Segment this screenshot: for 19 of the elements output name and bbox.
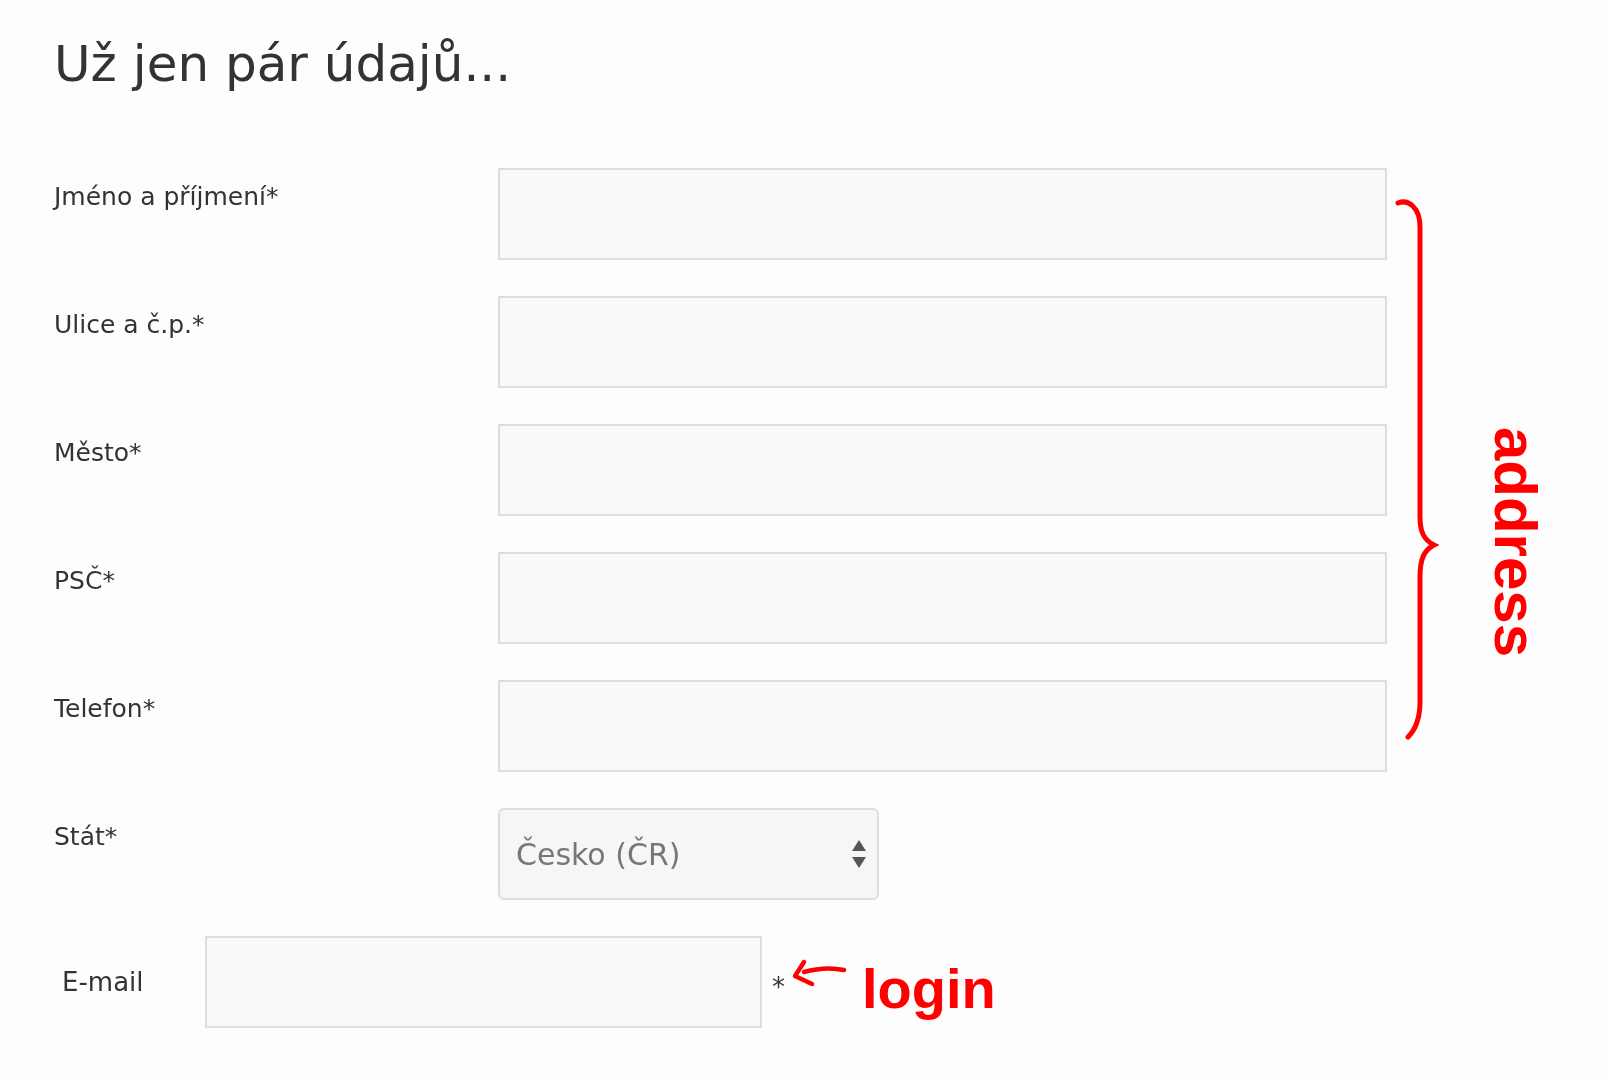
field-label: PSČ* [54, 564, 116, 595]
field-label: Stát* [54, 821, 119, 851]
field-label: Telefon* [54, 693, 157, 723]
page-title: Už jen pár údajů... [54, 34, 513, 95]
input-field[interactable] [498, 552, 1387, 644]
input-field[interactable] [498, 168, 1387, 260]
field-label: Ulice a č.p.* [54, 309, 206, 339]
country-select[interactable]: Česko (ČR) [498, 808, 879, 900]
field-label: Jméno a příjmení* [54, 181, 280, 211]
updown-arrows-icon [851, 838, 867, 870]
field-label: E-mail [62, 967, 145, 997]
required-mark: * [772, 971, 785, 1002]
field-label: Město* [54, 437, 143, 467]
input-field[interactable] [205, 936, 762, 1028]
input-field[interactable] [498, 680, 1387, 772]
input-field[interactable] [498, 424, 1387, 516]
input-field[interactable] [498, 296, 1387, 388]
annotation-text: login [862, 958, 996, 1020]
annotation-text: address [1485, 426, 1546, 658]
